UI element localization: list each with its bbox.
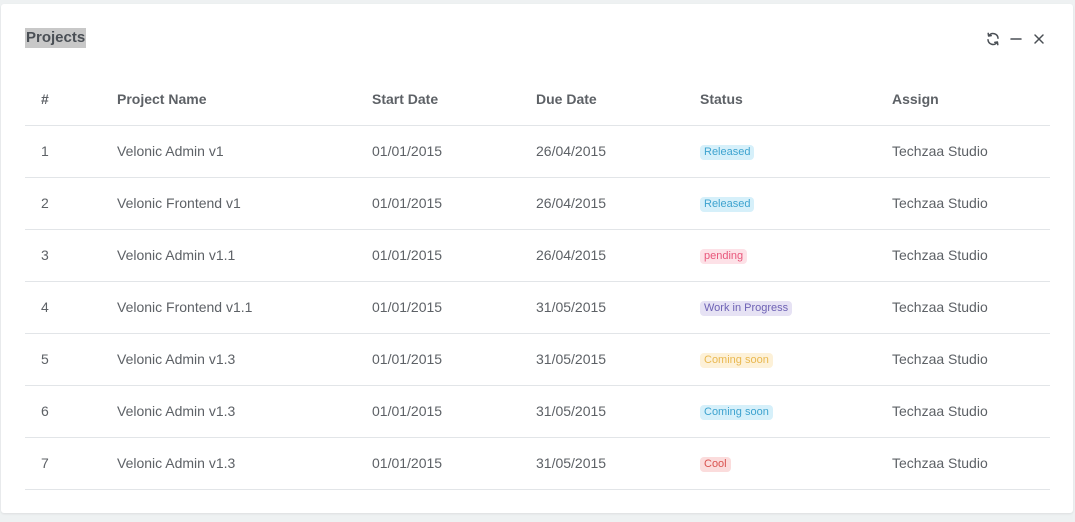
project-name: Velonic Admin v1.3 [101,385,356,438]
projects-table: # Project Name Start Date Due Date Statu… [25,74,1050,490]
start-date: 01/01/2015 [356,177,520,230]
project-name: Velonic Admin v1.3 [101,437,356,490]
status-cell: Coming soon [684,385,876,438]
start-date: 01/01/2015 [356,333,520,386]
row-number: 2 [25,177,101,230]
status-cell: Released [684,177,876,230]
assignee: Techzaa Studio [876,229,1050,282]
status-cell: Released [684,125,876,178]
status-badge: Coming soon [700,405,773,420]
status-badge: Released [700,197,755,212]
assignee: Techzaa Studio [876,437,1050,490]
table-row: 6 Velonic Admin v1.3 01/01/2015 31/05/20… [25,385,1050,438]
header-due-date: Due Date [520,74,684,126]
header-start-date: Start Date [356,74,520,126]
projects-card: Projects # Project Name Start Date Due D… [1,4,1073,513]
due-date: 26/04/2015 [520,229,684,282]
start-date: 01/01/2015 [356,125,520,178]
table-row: 5 Velonic Admin v1.3 01/01/2015 31/05/20… [25,333,1050,386]
start-date: 01/01/2015 [356,437,520,490]
table-header-row: # Project Name Start Date Due Date Statu… [25,74,1050,126]
card-tools [984,30,1047,47]
due-date: 31/05/2015 [520,385,684,438]
assignee: Techzaa Studio [876,125,1050,178]
assignee: Techzaa Studio [876,177,1050,230]
assignee: Techzaa Studio [876,333,1050,386]
status-cell: Coming soon [684,333,876,386]
status-badge: Released [700,145,755,160]
row-number: 1 [25,125,101,178]
start-date: 01/01/2015 [356,229,520,282]
refresh-button[interactable] [984,30,1001,47]
minimize-icon [1009,32,1023,46]
table-row: 3 Velonic Admin v1.1 01/01/2015 26/04/20… [25,229,1050,282]
due-date: 26/04/2015 [520,125,684,178]
header-status: Status [684,74,876,126]
close-button[interactable] [1030,30,1047,47]
status-badge: Work in Progress [700,301,793,316]
row-number: 6 [25,385,101,438]
assignee: Techzaa Studio [876,385,1050,438]
status-badge: Cool [700,457,731,472]
project-name: Velonic Admin v1.1 [101,229,356,282]
row-number: 4 [25,281,101,334]
due-date: 31/05/2015 [520,281,684,334]
table-row: 1 Velonic Admin v1 01/01/2015 26/04/2015… [25,125,1050,178]
table-row: 4 Velonic Frontend v1.1 01/01/2015 31/05… [25,281,1050,334]
due-date: 31/05/2015 [520,333,684,386]
row-number: 5 [25,333,101,386]
assignee: Techzaa Studio [876,281,1050,334]
start-date: 01/01/2015 [356,385,520,438]
status-cell: Cool [684,437,876,490]
project-name: Velonic Admin v1 [101,125,356,178]
due-date: 26/04/2015 [520,177,684,230]
project-name: Velonic Frontend v1 [101,177,356,230]
header-assign: Assign [876,74,1050,126]
table-row: 2 Velonic Frontend v1 01/01/2015 26/04/2… [25,177,1050,230]
due-date: 31/05/2015 [520,437,684,490]
refresh-icon [985,31,1001,47]
project-name: Velonic Frontend v1.1 [101,281,356,334]
card-title: Projects [25,28,87,48]
table-row: 7 Velonic Admin v1.3 01/01/2015 31/05/20… [25,437,1050,490]
start-date: 01/01/2015 [356,281,520,334]
status-cell: pending [684,229,876,282]
status-badge: pending [700,249,748,264]
header-project-name: Project Name [101,74,356,126]
status-cell: Work in Progress [684,281,876,334]
row-number: 3 [25,229,101,282]
status-badge: Coming soon [700,353,773,368]
header-number: # [25,74,101,126]
row-number: 7 [25,437,101,490]
close-icon [1032,32,1046,46]
project-name: Velonic Admin v1.3 [101,333,356,386]
minimize-button[interactable] [1007,30,1024,47]
table-body: 1 Velonic Admin v1 01/01/2015 26/04/2015… [25,125,1050,490]
